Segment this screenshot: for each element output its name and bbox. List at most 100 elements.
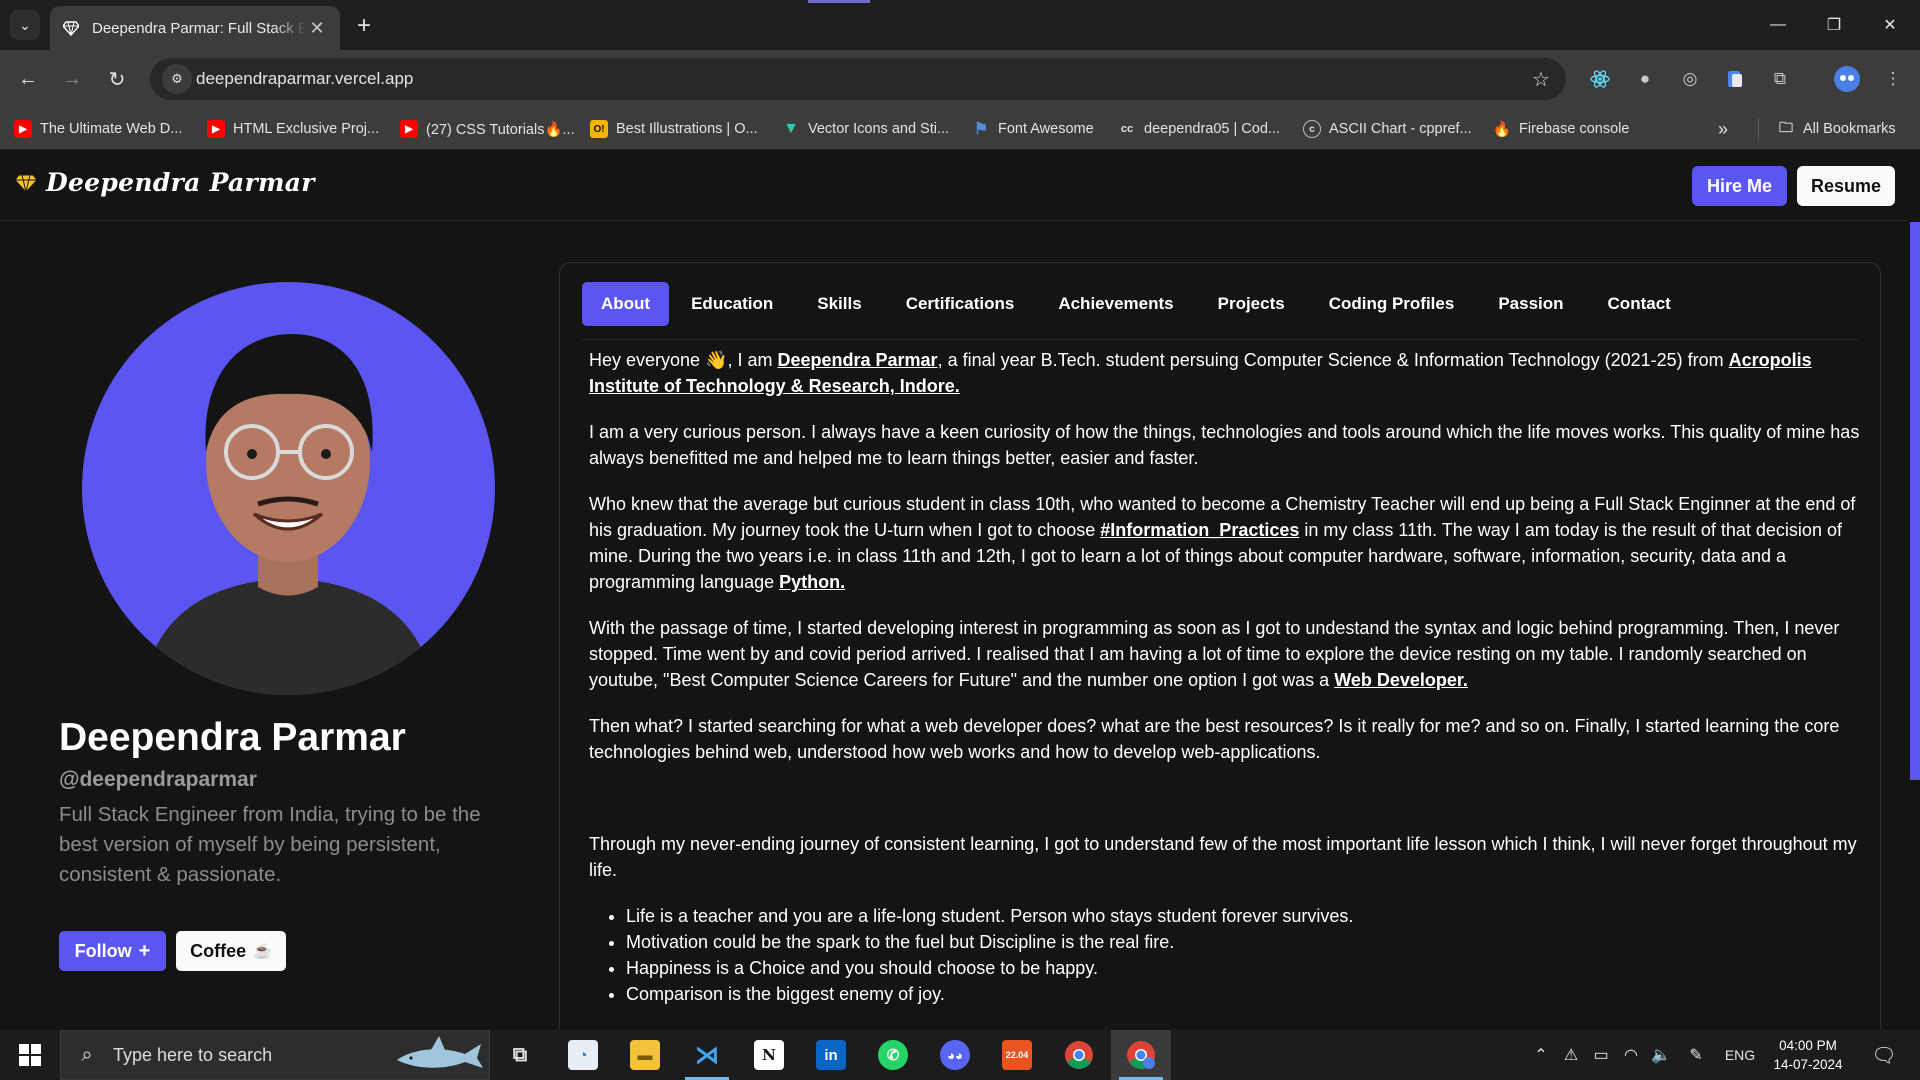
windows-taskbar: ⌕ Type here to search ⧉ ◔ ▬ ⋊ N in ✆ ◕◕ … <box>0 1030 1920 1080</box>
profile-photo <box>142 334 435 695</box>
bookmarks-divider <box>1758 118 1759 140</box>
task-view-button[interactable]: ⧉ <box>490 1030 550 1080</box>
tab-projects[interactable]: Projects <box>1196 282 1307 326</box>
forward-button[interactable]: → <box>57 64 87 94</box>
python-link[interactable]: Python. <box>779 572 845 592</box>
tab-contact[interactable]: Contact <box>1586 282 1693 326</box>
taskbar-app[interactable]: ⋊ <box>677 1030 737 1080</box>
list-item: Comparison is the biggest enemy of joy. <box>626 981 1869 1007</box>
taskbar-app[interactable]: N <box>739 1030 799 1080</box>
reload-button[interactable]: ↻ <box>102 64 132 94</box>
site-logo[interactable]: Deependra Parmar <box>14 168 315 197</box>
taskbar-app[interactable]: ◕◕ <box>925 1030 985 1080</box>
profile-avatar-icon[interactable] <box>1834 66 1860 92</box>
coffee-label: Coffee <box>190 940 247 961</box>
tab-skills[interactable]: Skills <box>795 282 883 326</box>
minimize-button[interactable]: — <box>1750 0 1806 50</box>
list-item: Motivation could be the spark to the fue… <box>626 929 1869 955</box>
notion-icon: N <box>754 1040 784 1070</box>
tray-app-icon[interactable]: ⚠ <box>1558 1030 1584 1080</box>
bookmark-item[interactable]: ▶ The Ultimate Web D... <box>14 117 182 141</box>
bookmark-item[interactable]: ▼ Vector Icons and Sti... <box>782 117 949 141</box>
web-developer-link[interactable]: Web Developer. <box>1334 670 1468 690</box>
tab-passion[interactable]: Passion <box>1476 282 1585 326</box>
back-button[interactable]: ← <box>13 64 43 94</box>
wifi-icon[interactable]: ◠ <box>1618 1030 1644 1080</box>
lens-app-icon: ◔ <box>568 1040 598 1070</box>
taskbar-app[interactable] <box>1049 1030 1109 1080</box>
extensions-puzzle-icon[interactable]: ⧉ <box>1767 66 1793 92</box>
chrome-icon <box>1065 1041 1093 1069</box>
bookmark-item[interactable]: O! Best Illustrations | O... <box>590 117 758 141</box>
hire-me-button[interactable]: Hire Me <box>1692 166 1787 206</box>
bookmark-item[interactable]: 🔥 Firebase console <box>1492 117 1630 141</box>
browser-menu-icon[interactable]: ⋮ <box>1880 66 1906 92</box>
list-item: Happiness is a Choice and you should cho… <box>626 955 1869 981</box>
youtube-icon: ▶ <box>400 120 418 138</box>
system-clock[interactable]: 04:00 PM 14-07-2024 <box>1768 1036 1848 1074</box>
address-bar[interactable]: ⚙ deependraparmar.vercel.app ☆ <box>150 58 1566 100</box>
taskbar-app[interactable]: ◔ <box>553 1030 613 1080</box>
bookmark-item[interactable]: ⚑ Font Awesome <box>972 117 1094 141</box>
information-practices-link[interactable]: #Information_Practices <box>1100 520 1299 540</box>
new-tab-button[interactable]: + <box>350 12 378 40</box>
tray-overflow-icon[interactable]: ⌃ <box>1528 1030 1554 1080</box>
battery-icon[interactable]: ▭ <box>1588 1030 1614 1080</box>
profile-name: Deependra Parmar <box>59 716 406 759</box>
ouch-icon: O! <box>590 120 608 138</box>
file-explorer-icon: ▬ <box>630 1040 660 1070</box>
tab-search-button[interactable]: ⌄ <box>10 10 40 40</box>
page-scrollbar-thumb[interactable] <box>1910 222 1920 780</box>
brand-name: Deependra Parmar <box>46 168 315 197</box>
react-devtools-icon[interactable] <box>1587 66 1613 92</box>
start-button[interactable] <box>0 1030 60 1080</box>
bookmark-item[interactable]: ▶ HTML Exclusive Proj... <box>207 117 379 141</box>
resume-button[interactable]: Resume <box>1797 166 1895 206</box>
site-info-icon[interactable]: ⚙ <box>162 64 192 94</box>
extension-target-icon[interactable]: ◎ <box>1677 66 1703 92</box>
extension-bug-icon[interactable]: ● <box>1632 66 1658 92</box>
browser-tab-active[interactable]: Deependra Parmar: Full Stack Engineer ✕ <box>50 6 340 50</box>
follow-button[interactable]: Follow + <box>59 931 166 971</box>
volume-icon[interactable]: 🔈 <box>1648 1030 1674 1080</box>
tab-certifications[interactable]: Certifications <box>884 282 1037 326</box>
extension-clipboard-icon[interactable] <box>1722 66 1748 92</box>
tab-about[interactable]: About <box>582 282 670 326</box>
taskbar-app[interactable]: 22.04 <box>987 1030 1047 1080</box>
language-indicator[interactable]: ENG <box>1718 1030 1762 1080</box>
bookmark-item[interactable]: c ASCII Chart - cppref... <box>1303 117 1472 141</box>
task-view-icon: ⧉ <box>512 1043 528 1066</box>
taskbar-app[interactable]: ▬ <box>615 1030 675 1080</box>
close-window-button[interactable]: ✕ <box>1862 0 1918 50</box>
cppreference-icon: c <box>1303 120 1321 138</box>
restore-button[interactable]: ❐ <box>1806 0 1862 50</box>
profile-handle: @deependraparmar <box>59 768 257 791</box>
about-content: Hey everyone 👋, I am Deependra Parmar, a… <box>589 347 1869 1007</box>
browser-titlebar: ⌄ Deependra Parmar: Full Stack Engineer … <box>0 0 1920 50</box>
bookmark-label: Firebase console <box>1519 121 1630 137</box>
name-link[interactable]: Deependra Parmar <box>777 350 937 370</box>
bookmark-star-icon[interactable]: ☆ <box>1528 66 1554 92</box>
bookmark-item[interactable]: cc deependra05 | Cod... <box>1118 117 1280 141</box>
taskbar-app-active[interactable] <box>1111 1030 1171 1080</box>
tab-close-icon[interactable]: ✕ <box>306 17 328 39</box>
tab-education[interactable]: Education <box>669 282 795 326</box>
flaticon-icon: ▼ <box>783 120 799 137</box>
profile-bio: Full Stack Engineer from India, trying t… <box>59 803 481 886</box>
coffee-button[interactable]: Coffee ☕ <box>176 931 286 971</box>
taskbar-app[interactable]: ✆ <box>863 1030 923 1080</box>
all-bookmarks[interactable]: 🗀 All Bookmarks <box>1777 117 1896 141</box>
diamond-logo-icon <box>14 174 38 193</box>
bookmark-item[interactable]: ▶ (27) CSS Tutorials🔥... <box>400 117 575 141</box>
firebase-icon: 🔥 <box>1492 121 1512 138</box>
tab-achievements[interactable]: Achievements <box>1036 282 1195 326</box>
pen-icon[interactable]: ✎ <box>1680 1030 1712 1080</box>
bookmark-label: (27) CSS Tutorials🔥... <box>426 121 575 138</box>
taskbar-app[interactable]: in <box>801 1030 861 1080</box>
fontawesome-flag-icon: ⚑ <box>973 121 989 138</box>
tab-coding-profiles[interactable]: Coding Profiles <box>1307 282 1477 326</box>
notifications-icon[interactable]: 🗨 <box>1864 1030 1904 1080</box>
taskbar-search[interactable]: ⌕ Type here to search <box>60 1030 490 1080</box>
about-paragraph-2: I am a very curious person. I always hav… <box>589 422 1860 468</box>
more-bookmarks-icon[interactable]: » <box>1718 117 1728 141</box>
